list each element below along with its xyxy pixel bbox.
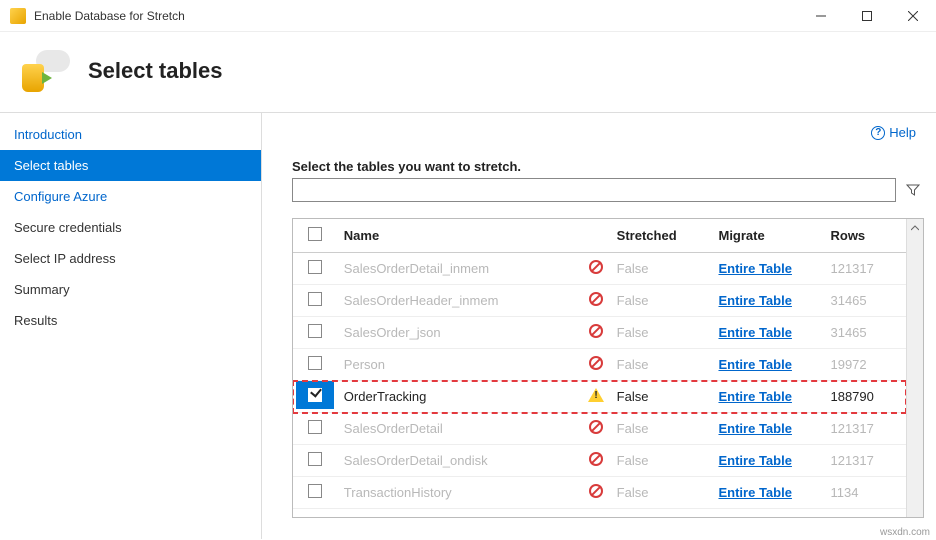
row-stretched: False [611, 381, 713, 413]
row-name: TransactionHistory [338, 477, 582, 509]
table-row[interactable]: Person False Entire Table 19972 [293, 349, 906, 381]
row-stretched: False [611, 285, 713, 317]
page-title: Select tables [88, 58, 223, 84]
row-checkbox[interactable] [308, 388, 322, 402]
row-checkbox[interactable] [308, 260, 322, 274]
filter-icon [906, 183, 920, 197]
row-rows: 188790 [824, 381, 906, 413]
row-stretched: False [611, 413, 713, 445]
row-stretched: False [611, 445, 713, 477]
help-link[interactable]: ? Help [871, 125, 916, 140]
migrate-link[interactable]: Entire Table [718, 421, 791, 436]
row-name: SalesOrder_json [338, 317, 582, 349]
row-checkbox[interactable] [308, 420, 322, 434]
row-rows: 121317 [824, 413, 906, 445]
row-checkbox[interactable] [308, 452, 322, 466]
window-title: Enable Database for Stretch [34, 9, 798, 23]
table-row[interactable]: SalesOrderDetail_ondisk False Entire Table… [293, 445, 906, 477]
row-rows: 19972 [824, 349, 906, 381]
migrate-link[interactable]: Entire Table [718, 485, 791, 500]
row-name: Person [338, 349, 582, 381]
instruction-text: Select the tables you want to stretch. [292, 159, 924, 174]
row-stretched: False [611, 317, 713, 349]
migrate-link[interactable]: Entire Table [718, 389, 791, 404]
header-rows[interactable]: Rows [824, 219, 906, 253]
row-name: SalesOrderDetail_inmem [338, 253, 582, 285]
table-row[interactable]: SalesOrderDetail False Entire Table 121317 [293, 413, 906, 445]
prohibit-icon [589, 292, 603, 306]
header-checkbox[interactable] [293, 219, 338, 253]
row-checkbox[interactable] [308, 484, 322, 498]
table-header-row: Name Stretched Migrate Rows [293, 219, 906, 253]
row-stretched: False [611, 349, 713, 381]
prohibit-icon [589, 356, 603, 370]
help-label: Help [889, 125, 916, 140]
titlebar: Enable Database for Stretch [0, 0, 936, 32]
header-stretched[interactable]: Stretched [611, 219, 713, 253]
sidebar-item-4[interactable]: Select IP address [0, 243, 261, 274]
row-name: SalesOrderDetail_ondisk [338, 445, 582, 477]
warning-icon [588, 388, 604, 402]
row-rows: 31465 [824, 317, 906, 349]
row-checkbox[interactable] [308, 292, 322, 306]
sidebar-item-0[interactable]: Introduction [0, 119, 261, 150]
table-row[interactable]: SalesOrder_json False Entire Table 31465 [293, 317, 906, 349]
stretch-db-icon [22, 50, 70, 92]
row-name: SalesOrderDetail [338, 413, 582, 445]
scroll-up-icon[interactable] [907, 219, 923, 236]
row-rows: 1134 [824, 477, 906, 509]
sidebar-item-1[interactable]: Select tables [0, 150, 261, 181]
prohibit-icon [589, 452, 603, 466]
maximize-button[interactable] [844, 0, 890, 31]
migrate-link[interactable]: Entire Table [718, 325, 791, 340]
table-row[interactable]: SalesOrderDetail_inmem False Entire Table 1… [293, 253, 906, 285]
sidebar-item-6[interactable]: Results [0, 305, 261, 336]
vertical-scrollbar[interactable] [906, 219, 923, 517]
main-panel: ? Help Select the tables you want to str… [262, 113, 936, 539]
header: Select tables [0, 32, 936, 113]
row-rows: 121317 [824, 445, 906, 477]
table-row[interactable]: OrderTracking False Entire Table 188790 [293, 381, 906, 413]
header-migrate[interactable]: Migrate [712, 219, 824, 253]
search-input[interactable] [292, 178, 896, 202]
table-row[interactable]: SalesOrderHeader_inmem False Entire Table 3… [293, 285, 906, 317]
prohibit-icon [589, 420, 603, 434]
row-rows: 121317 [824, 253, 906, 285]
sidebar-item-3[interactable]: Secure credentials [0, 212, 261, 243]
tables-grid: Name Stretched Migrate Rows SalesOrderDe… [292, 218, 924, 518]
row-rows: 31465 [824, 285, 906, 317]
migrate-link[interactable]: Entire Table [718, 357, 791, 372]
help-icon: ? [871, 126, 885, 140]
window-buttons [798, 0, 936, 31]
row-name: SalesOrderHeader_inmem [338, 285, 582, 317]
prohibit-icon [589, 324, 603, 338]
app-icon [10, 8, 26, 24]
migrate-link[interactable]: Entire Table [718, 293, 791, 308]
sidebar-item-5[interactable]: Summary [0, 274, 261, 305]
row-stretched: False [611, 477, 713, 509]
watermark: wsxdn.com [880, 527, 930, 538]
row-checkbox[interactable] [308, 356, 322, 370]
sidebar-item-2[interactable]: Configure Azure [0, 181, 261, 212]
row-checkbox[interactable] [308, 324, 322, 338]
filter-button[interactable] [902, 179, 924, 201]
header-name[interactable]: Name [338, 219, 582, 253]
sidebar: IntroductionSelect tablesConfigure Azure… [0, 113, 262, 539]
migrate-link[interactable]: Entire Table [718, 261, 791, 276]
row-name: OrderTracking [338, 381, 582, 413]
migrate-link[interactable]: Entire Table [718, 453, 791, 468]
prohibit-icon [589, 260, 603, 274]
row-stretched: False [611, 253, 713, 285]
prohibit-icon [589, 484, 603, 498]
minimize-button[interactable] [798, 0, 844, 31]
close-button[interactable] [890, 0, 936, 31]
table-row[interactable]: TransactionHistory False Entire Table 1134 [293, 477, 906, 509]
